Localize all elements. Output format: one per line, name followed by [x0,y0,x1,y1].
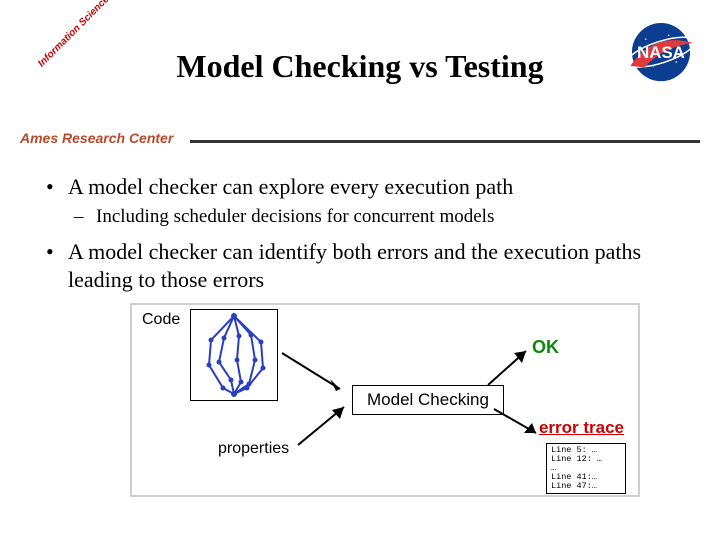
code-label: Code [142,311,180,329]
ok-label: OK [532,337,559,358]
arrow-icon [484,345,534,389]
sub-bullet: Including scheduler decisions for concur… [68,205,680,229]
trace-line: Line 47:… [551,482,621,491]
trace-line: Line 12: … [551,455,621,464]
ames-label: Ames Research Center [20,130,173,148]
bullet-text: A model checker can identify both errors… [68,239,641,292]
arrow-icon [278,349,352,399]
svg-text:NASA: NASA [637,43,685,62]
state-graph-icon [190,309,278,401]
diagram: Code [130,303,640,497]
nasa-logo-icon: NASA [622,20,700,85]
arrow-icon [294,401,354,451]
page-title: Model Checking vs Testing [20,30,700,85]
model-checking-box: Model Checking [352,385,504,415]
bullet-list: A model checker can explore every execut… [40,173,680,293]
properties-label: properties [218,440,289,458]
trace-box: Line 5: … Line 12: … … Line 41:… Line 47… [546,443,626,494]
header: Information Sciences & Technology Model … [0,0,720,130]
subheader: Ames Research Center [0,130,720,143]
bullet-item: A model checker can explore every execut… [40,173,680,228]
bullet-item: A model checker can identify both errors… [40,238,680,293]
arrow-icon [490,405,544,441]
divider [190,140,700,143]
content: A model checker can explore every execut… [0,143,720,497]
error-trace-label: error trace [539,418,624,438]
bullet-text: A model checker can explore every execut… [68,174,513,199]
